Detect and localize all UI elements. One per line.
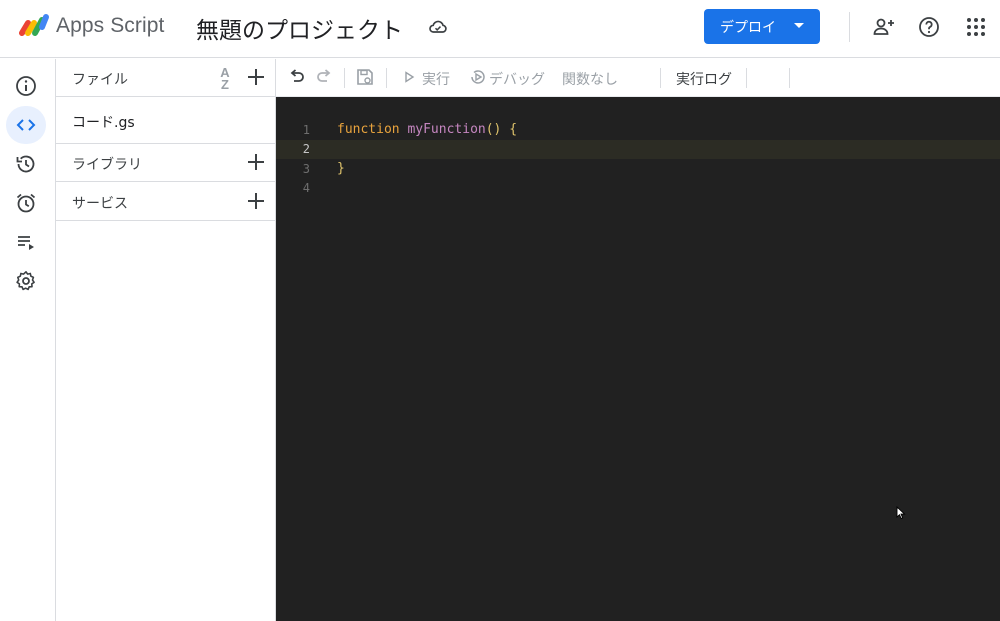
help-icon[interactable] xyxy=(917,15,941,39)
function-select[interactable]: 関数なし xyxy=(562,69,618,89)
rail-item-editor[interactable] xyxy=(6,106,46,144)
line-number: 3 xyxy=(302,162,310,176)
toolbar-divider xyxy=(746,68,747,88)
code-text: function myFunction() { xyxy=(337,122,517,137)
history-icon xyxy=(16,155,35,173)
app-header: Apps Script 無題のプロジェクト デプロイ xyxy=(0,0,1000,58)
playlist-play-icon xyxy=(18,236,34,250)
files-label: ファイル xyxy=(72,72,128,88)
add-service-plus-icon[interactable] xyxy=(247,192,265,210)
debug-icon xyxy=(471,70,485,84)
files-header: ファイル A Z xyxy=(56,59,275,97)
code-editor[interactable]: 1 function myFunction() { 2 3 } 4 xyxy=(276,97,1000,621)
code-line-2: 2 xyxy=(276,140,1000,159)
deploy-button[interactable]: デプロイ xyxy=(704,9,820,44)
line-number: 2 xyxy=(302,142,310,156)
chevron-down-icon xyxy=(794,23,804,28)
code-text: } xyxy=(337,161,345,176)
libraries-section: ライブラリ xyxy=(56,144,275,182)
cloud-saved-icon xyxy=(429,20,447,33)
rail-item-settings[interactable] xyxy=(6,262,46,300)
debug-button[interactable]: デバッグ xyxy=(489,69,545,89)
code-line-3: 3 } xyxy=(276,160,1000,179)
open-brace: { xyxy=(509,122,518,137)
rail-item-executions[interactable] xyxy=(6,223,46,261)
dark-mode-icon[interactable] xyxy=(759,68,777,86)
execution-log-button[interactable]: 実行ログ xyxy=(676,69,732,89)
editor-toolbar: 実行 デバッグ 関数なし 実行ログ xyxy=(276,59,1000,97)
sort-az-bottom: Z xyxy=(221,77,229,92)
toolbar-divider xyxy=(789,68,790,88)
add-library-plus-icon[interactable] xyxy=(247,153,265,171)
run-button[interactable]: 実行 xyxy=(422,69,450,89)
close-brace: } xyxy=(337,161,345,176)
rail-item-overview[interactable] xyxy=(6,67,46,105)
toolbar-divider xyxy=(344,68,345,88)
code-line-4: 4 xyxy=(276,179,1000,198)
apps-script-logo-icon[interactable] xyxy=(18,13,50,39)
toolbar-divider xyxy=(660,68,661,88)
app-name[interactable]: Apps Script xyxy=(56,14,164,38)
gear-icon xyxy=(16,271,35,291)
parens: () xyxy=(485,122,502,137)
add-person-icon[interactable] xyxy=(872,15,896,39)
alarm-clock-icon xyxy=(16,193,36,213)
code-icon xyxy=(16,119,36,131)
function-name: myFunction xyxy=(407,122,486,137)
redo-icon[interactable] xyxy=(315,68,333,86)
toolbar-divider xyxy=(386,68,387,88)
apps-grid-icon[interactable] xyxy=(964,15,988,39)
rail-item-triggers-history[interactable] xyxy=(6,145,46,183)
play-icon xyxy=(405,71,415,83)
deploy-label: デプロイ xyxy=(720,20,776,36)
line-number: 4 xyxy=(302,181,310,195)
line-number: 1 xyxy=(302,123,310,137)
code-line-1: 1 function myFunction() { xyxy=(276,121,1000,140)
add-file-plus-icon[interactable] xyxy=(247,68,265,86)
keyword-function: function xyxy=(337,122,400,137)
mouse-pointer-icon xyxy=(896,506,906,520)
save-icon[interactable] xyxy=(356,68,374,86)
libraries-label: ライブラリ xyxy=(72,157,142,173)
info-icon xyxy=(16,76,36,96)
rail-item-triggers[interactable] xyxy=(6,184,46,222)
services-label: サービス xyxy=(72,196,128,212)
undo-icon[interactable] xyxy=(288,68,306,86)
file-item-code-gs[interactable]: コード.gs xyxy=(56,98,275,144)
file-name: コード.gs xyxy=(72,115,135,131)
sort-az-icon[interactable]: A Z xyxy=(216,66,234,92)
left-nav-rail xyxy=(0,59,56,621)
header-divider xyxy=(849,12,850,42)
files-panel: ファイル A Z コード.gs ライブラリ サービス xyxy=(56,59,276,621)
project-title[interactable]: 無題のプロジェクト xyxy=(196,11,403,45)
services-section: サービス xyxy=(56,183,275,221)
